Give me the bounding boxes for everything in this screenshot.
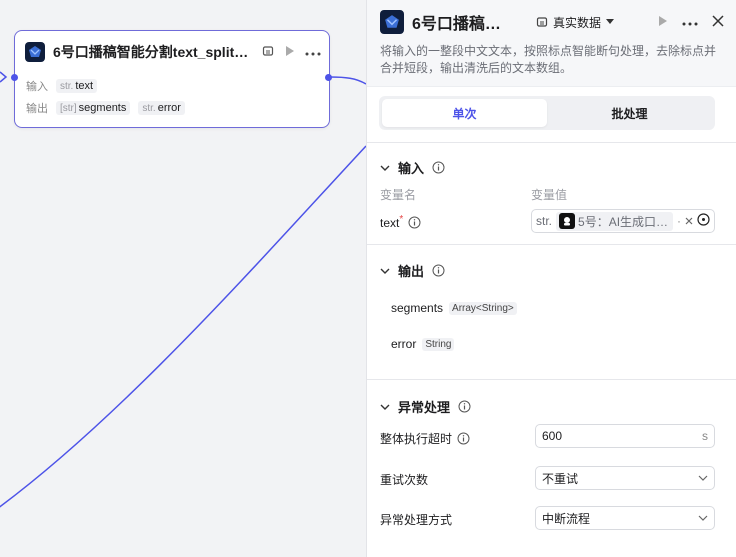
var-type: str. <box>536 214 553 228</box>
param-name: segments <box>78 102 127 114</box>
param-type: str. <box>142 102 156 114</box>
handling-value: 中断流程 <box>542 511 591 526</box>
retry-label: 重试次数 <box>380 471 428 488</box>
input-section-title: 输入 <box>398 161 425 176</box>
input-port[interactable] <box>10 74 18 81</box>
var-reference-text: 5号：AI生成口… <box>578 214 669 229</box>
output-type-tag: Array<String> <box>449 301 517 315</box>
workflow-canvas[interactable]: 6号口播稿智能分割text_split… 输入 str. text 输出 [st… <box>0 0 366 557</box>
divider <box>367 379 736 380</box>
handling-label: 异常处理方式 <box>380 511 452 528</box>
output-row-label: 输出 <box>26 103 48 115</box>
input-param-tag: str. text <box>56 79 98 93</box>
tab-batch[interactable]: 批处理 <box>547 99 712 127</box>
divider <box>367 142 736 143</box>
timeout-unit: s <box>702 429 708 443</box>
connection-edge-out[interactable] <box>329 76 366 85</box>
more-icon[interactable] <box>682 15 698 29</box>
more-icon[interactable] <box>305 45 321 59</box>
param-type: [str] <box>60 102 77 114</box>
timeout-label: 整体执行超时 <box>380 430 470 447</box>
retry-select[interactable]: 不重试 <box>535 466 715 490</box>
tab-single[interactable]: 单次 <box>382 99 547 127</box>
exception-section-title: 异常处理 <box>398 400 451 415</box>
timeout-label-text: 整体执行超时 <box>380 432 453 446</box>
avatar-icon <box>559 213 576 229</box>
output-name: error <box>391 337 417 351</box>
info-icon[interactable] <box>458 400 471 413</box>
timeout-input[interactable]: 600 s <box>535 424 715 448</box>
output-param-tag: str. error <box>138 101 185 115</box>
node-description: 将输入的一整段中文文本，按照标点智能断句处理，去除标点并合并短段，输出清洗后的文… <box>380 44 717 75</box>
timeout-value: 600 <box>542 429 563 443</box>
connection-edge[interactable] <box>0 145 366 514</box>
close-small-icon[interactable] <box>685 214 693 228</box>
data-source-select[interactable]: 真实数据 <box>536 14 615 31</box>
play-icon[interactable] <box>284 45 295 60</box>
output-name: segments <box>391 301 444 315</box>
param-type: str. <box>60 80 74 92</box>
input-row-label: 输入 <box>26 81 48 93</box>
column-var-value: 变量值 <box>531 188 568 202</box>
chevron-down-icon <box>698 515 708 521</box>
node-output-row: 输出 [str] segments str. error <box>26 100 185 116</box>
node-title: 6号口播稿智能分割text_split… <box>53 44 249 60</box>
app-icon <box>380 10 404 34</box>
exception-section-header[interactable]: 异常处理 <box>380 397 471 416</box>
handling-label-text: 异常处理方式 <box>380 513 453 527</box>
info-icon[interactable] <box>432 264 445 277</box>
var-reference-chip[interactable]: 5号：AI生成口… <box>556 211 673 231</box>
output-item: error String <box>391 337 455 351</box>
output-section-title: 输出 <box>398 264 425 279</box>
chevron-down-icon <box>698 475 708 481</box>
output-param-tag: [str] segments <box>56 101 131 115</box>
output-type-tag: String <box>422 337 455 351</box>
param-name: text <box>75 80 94 92</box>
handling-select[interactable]: 中断流程 <box>535 506 715 530</box>
retry-label-text: 重试次数 <box>380 473 429 487</box>
panel-header: 6号口播稿… 真实数据 将输入的一整段中文文本，按照标点智能断句处理，去除标点并… <box>367 0 736 87</box>
var-name: text <box>380 216 400 230</box>
info-icon[interactable] <box>457 432 470 445</box>
param-name: error <box>157 102 181 114</box>
input-section-header[interactable]: 输入 <box>380 158 445 177</box>
chevron-down-icon <box>380 268 390 274</box>
separator: · <box>677 214 681 228</box>
debug-icon[interactable] <box>262 45 274 60</box>
retry-value: 不重试 <box>542 471 579 486</box>
app-icon <box>25 42 45 62</box>
output-item: segments Array<String> <box>391 301 517 315</box>
caret-down-icon <box>606 19 615 24</box>
chevron-down-icon <box>380 165 390 171</box>
panel-title: 6号口播稿… <box>412 16 501 33</box>
output-port[interactable] <box>325 74 332 81</box>
run-mode-tabs: 单次 批处理 <box>379 96 715 130</box>
debug-icon <box>536 17 548 27</box>
close-icon[interactable] <box>712 14 724 30</box>
workflow-node[interactable]: 6号口播稿智能分割text_split… 输入 str. text 输出 [st… <box>10 30 332 128</box>
column-var-name: 变量名 <box>380 188 417 202</box>
node-header: 6号口播稿智能分割text_split… <box>25 41 321 63</box>
play-icon[interactable] <box>657 15 668 30</box>
node-input-row: 输入 str. text <box>26 78 98 94</box>
chevron-down-icon <box>380 404 390 410</box>
info-icon[interactable] <box>432 161 445 174</box>
required-mark: * <box>399 214 404 225</box>
data-source-label: 真实数据 <box>553 15 602 30</box>
output-section-header[interactable]: 输出 <box>380 261 445 280</box>
info-icon[interactable] <box>408 216 421 229</box>
target-icon[interactable] <box>697 213 710 229</box>
text-var-label: text* <box>380 214 421 230</box>
text-var-input[interactable]: str. 5号：AI生成口… · <box>531 209 715 233</box>
node-settings-panel: 6号口播稿… 真实数据 将输入的一整段中文文本，按照标点智能断句处理，去除标点并… <box>366 0 736 557</box>
divider <box>367 244 736 245</box>
incoming-arrow-icon <box>0 71 8 83</box>
